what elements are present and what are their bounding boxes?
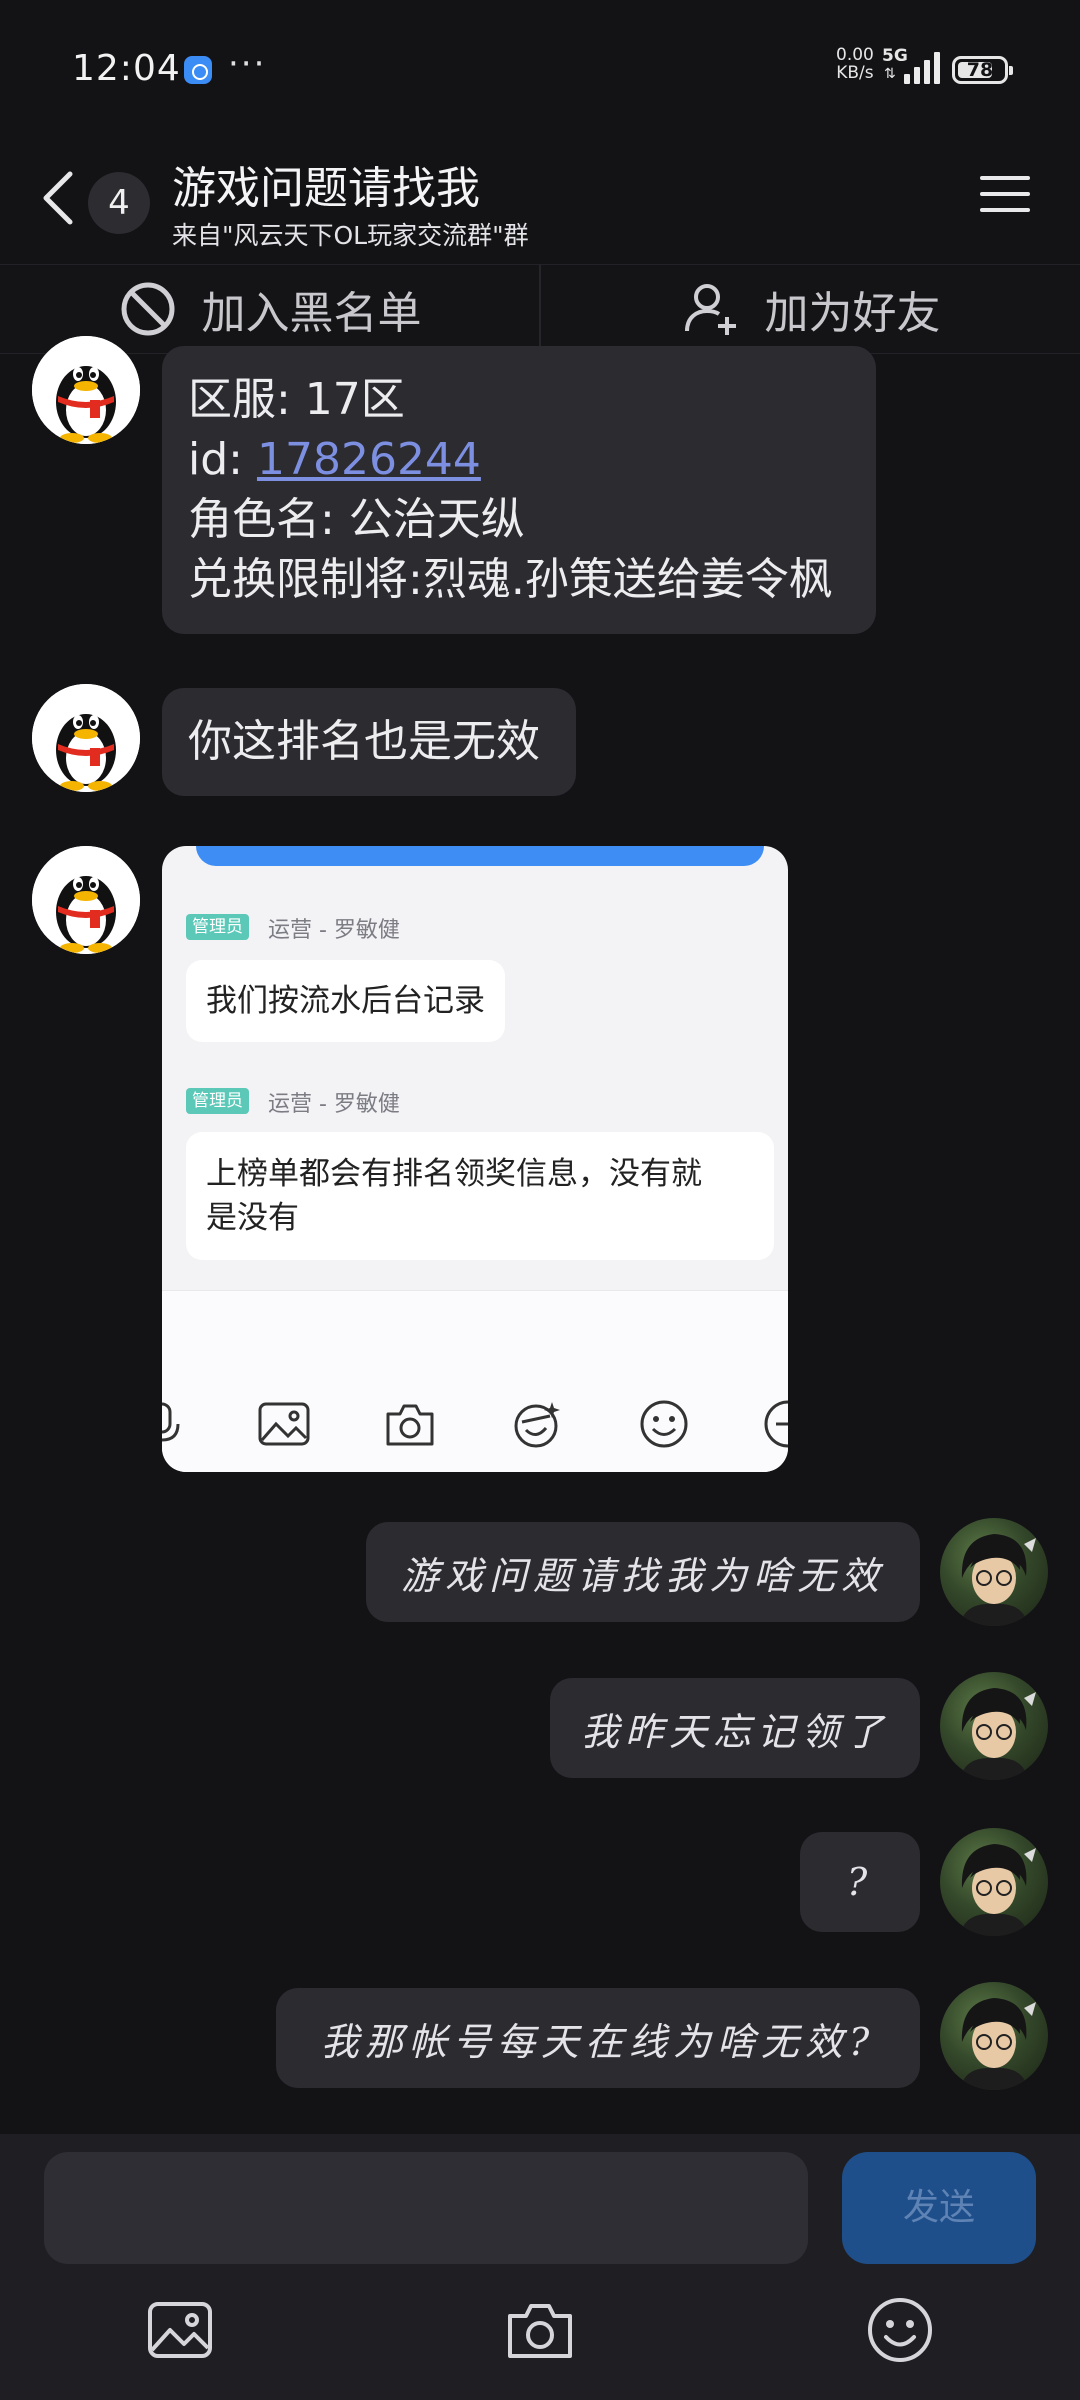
- battery-icon: 78: [952, 56, 1013, 84]
- person-avatar-icon: [960, 1688, 1036, 1780]
- message-bubble-outgoing[interactable]: 我那帐号每天在线为啥无效?: [276, 1988, 920, 2088]
- message-line: 角色名: 公治天纵: [188, 494, 525, 545]
- my-avatar[interactable]: [940, 1518, 1048, 1626]
- menu-icon[interactable]: [980, 172, 1030, 216]
- penguin-avatar-icon: [32, 336, 140, 444]
- image-icon: [258, 1402, 310, 1446]
- mic-icon: [162, 1402, 180, 1442]
- quoted-message: 上榜单都会有排名领奖信息，没有就 是没有: [186, 1132, 774, 1260]
- person-avatar-icon: [960, 1998, 1036, 2090]
- action-bar: 加入黑名单 加为好友: [0, 264, 1080, 354]
- sender-name: 运营 - 罗敏健: [268, 918, 400, 943]
- add-user-icon: [684, 284, 736, 335]
- emoji-icon: [640, 1400, 688, 1448]
- more-notifications-icon: ···: [228, 44, 267, 84]
- plus-icon: [764, 1400, 788, 1448]
- admin-tag: 管理员: [186, 914, 249, 940]
- sticker-icon: [514, 1402, 560, 1448]
- admin-tag: 管理员: [186, 1088, 249, 1114]
- my-avatar[interactable]: [940, 1982, 1048, 2090]
- message-bubble-outgoing[interactable]: ?: [800, 1832, 920, 1932]
- message-composer: 发送: [0, 2134, 1080, 2400]
- chat-subtitle: 来自"风云天下OL玩家交流群"群: [172, 221, 529, 250]
- blacklist-label: 加入黑名单: [201, 288, 422, 339]
- camera-icon[interactable]: [504, 2294, 576, 2366]
- data-arrows-icon: ⇅: [884, 66, 896, 82]
- message-line: id: 17826244: [188, 434, 481, 485]
- image-message[interactable]: 管理员 运营 - 罗敏健 我们按流水后台记录 管理员 运营 - 罗敏健 上榜单都…: [162, 846, 788, 1472]
- back-arrow-icon[interactable]: [36, 168, 80, 228]
- chat-title: 游戏问题请找我: [172, 163, 480, 214]
- app-notification-icon: [184, 56, 212, 84]
- block-icon: [121, 282, 174, 336]
- id-link[interactable]: 17826244: [257, 434, 481, 485]
- penguin-avatar-icon: [32, 684, 140, 792]
- message-bubble-outgoing[interactable]: 我昨天忘记领了: [550, 1678, 920, 1778]
- chat-header: 4 游戏问题请找我 来自"风云天下OL玩家交流群"群: [0, 140, 1080, 264]
- status-bar: 12:04 ··· 0.00 KB/s 5G ⇅ 78: [0, 0, 1080, 140]
- signal-icon: [900, 52, 940, 84]
- message-input[interactable]: [44, 2152, 808, 2264]
- add-friend-button[interactable]: 加为好友: [539, 265, 1080, 353]
- penguin-avatar-icon: [32, 846, 140, 954]
- message-line: 兑换限制将:烈魂.孙策送给姜令枫: [188, 554, 833, 605]
- status-time: 12:04: [72, 48, 181, 89]
- camera-icon: [386, 1404, 434, 1446]
- person-avatar-icon: [960, 1844, 1036, 1936]
- my-avatar[interactable]: [940, 1672, 1048, 1780]
- person-avatar-icon: [960, 1534, 1036, 1626]
- message-bubble[interactable]: 你这排名也是无效: [162, 688, 576, 796]
- sender-avatar[interactable]: [32, 336, 140, 444]
- image-icon[interactable]: [144, 2294, 216, 2366]
- network-speed: 0.00 KB/s: [836, 45, 874, 83]
- add-friend-label: 加为好友: [764, 288, 941, 339]
- cropped-blue-bubble: [196, 846, 764, 866]
- quoted-message: 我们按流水后台记录: [186, 960, 505, 1042]
- message-line: 区服: 17区: [188, 374, 405, 425]
- sender-name: 运营 - 罗敏健: [268, 1092, 400, 1117]
- message-bubble-outgoing[interactable]: 游戏问题请找我为啥无效: [366, 1522, 920, 1622]
- emoji-icon[interactable]: [864, 2294, 936, 2366]
- unread-count-badge[interactable]: 4: [88, 172, 150, 234]
- my-avatar[interactable]: [940, 1828, 1048, 1936]
- send-button[interactable]: 发送: [842, 2152, 1036, 2264]
- sender-avatar[interactable]: [32, 846, 140, 954]
- sender-avatar[interactable]: [32, 684, 140, 792]
- message-bubble[interactable]: 区服: 17区 id: 17826244 角色名: 公治天纵 兑换限制将:烈魂.…: [162, 346, 876, 634]
